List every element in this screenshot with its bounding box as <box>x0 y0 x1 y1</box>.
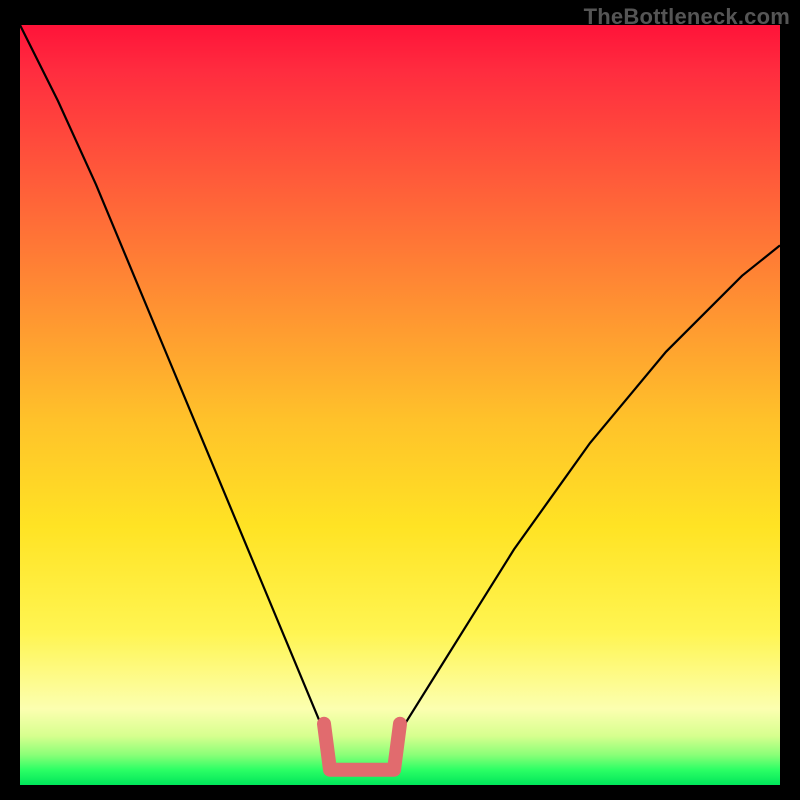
bottleneck-curve <box>20 25 780 785</box>
optimal-trough-marker <box>324 724 400 770</box>
plot-area <box>20 25 780 785</box>
curve-right-branch <box>400 245 780 731</box>
chart-container: TheBottleneck.com <box>0 0 800 800</box>
curve-left-branch <box>20 25 324 732</box>
